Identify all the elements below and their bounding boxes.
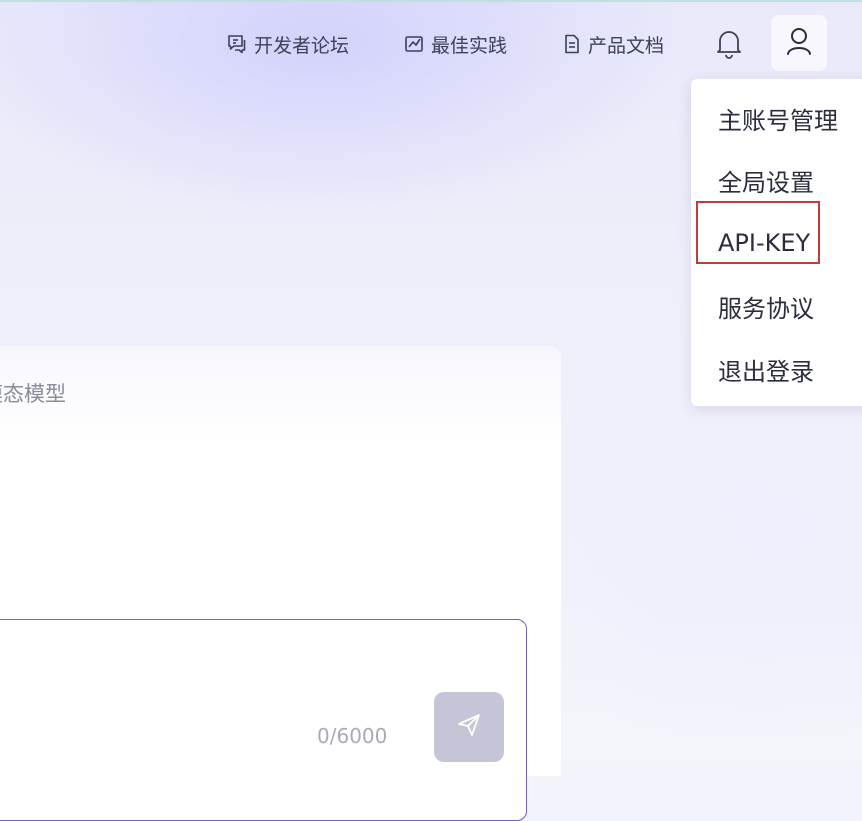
- bell-icon: [714, 27, 744, 63]
- user-menu-button[interactable]: [771, 15, 827, 71]
- nav-best-practices[interactable]: 最佳实践: [403, 30, 507, 58]
- menu-item-service-agreement[interactable]: 服务协议: [718, 286, 814, 326]
- menu-item-account-management[interactable]: 主账号管理: [718, 98, 838, 138]
- user-dropdown-menu: 主账号管理 全局设置 API-KEY 服务协议 退出登录: [691, 79, 862, 406]
- image-frame-icon: [403, 33, 425, 55]
- user-icon: [785, 26, 813, 60]
- nav-developer-forum-label: 开发者论坛: [254, 34, 350, 57]
- chat-square-icon: [226, 33, 248, 55]
- top-accent-line: [0, 0, 862, 2]
- menu-item-api-key[interactable]: API-KEY: [718, 223, 810, 263]
- char-counter: 0/6000: [317, 724, 388, 748]
- send-button[interactable]: [434, 692, 504, 762]
- model-title: 模态模型: [0, 382, 66, 406]
- nav-product-docs[interactable]: 产品文档: [562, 30, 664, 58]
- send-plane-icon: [455, 711, 483, 743]
- menu-item-logout[interactable]: 退出登录: [718, 349, 814, 389]
- chat-card: 模态模型 0/6000: [0, 346, 561, 821]
- nav-product-docs-label: 产品文档: [588, 34, 665, 57]
- notification-button[interactable]: [712, 28, 746, 62]
- nav-developer-forum[interactable]: 开发者论坛: [226, 30, 349, 58]
- document-icon: [562, 33, 582, 55]
- menu-item-global-settings[interactable]: 全局设置: [718, 160, 814, 200]
- header-nav: 开发者论坛 最佳实践 产品文档: [0, 15, 862, 71]
- nav-best-practices-label: 最佳实践: [431, 34, 508, 57]
